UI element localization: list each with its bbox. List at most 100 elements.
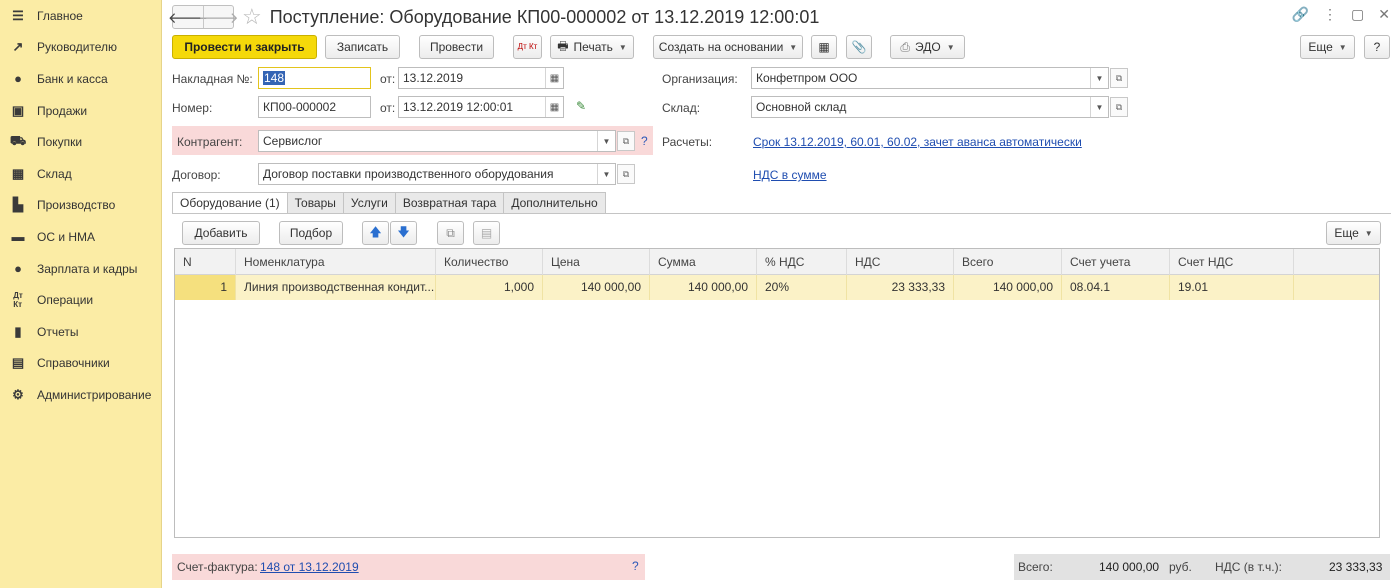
open-icon: ⧉ <box>1115 101 1123 112</box>
invoice-help-icon[interactable]: ? <box>632 559 639 573</box>
warehouse-icon: ▦ <box>11 165 25 181</box>
forward-button[interactable]: 🡒 <box>198 6 239 28</box>
vat-mode-link[interactable]: НДС в сумме <box>753 168 827 182</box>
create-based-on-button[interactable]: Создать на основании ▼ <box>653 35 803 59</box>
cell-vat-rate[interactable]: 20% <box>757 275 847 300</box>
warehouse-input[interactable]: Основной склад ▼ <box>751 96 1109 118</box>
more-label: Еще <box>1308 40 1333 54</box>
column-header-sum[interactable]: Сумма <box>650 249 757 275</box>
column-header-quantity[interactable]: Количество <box>436 249 543 275</box>
calendar-icon[interactable]: ▦ <box>545 97 563 117</box>
open-icon: ⧉ <box>1115 72 1123 83</box>
page-title: Поступление: Оборудование КП00-000002 от… <box>269 6 820 27</box>
vat-total-label: НДС (в т.ч.): <box>1215 560 1282 574</box>
sidebar-item-operations[interactable]: Дт Кт Операции <box>0 284 161 316</box>
structure-button[interactable]: ▦ <box>811 35 837 59</box>
invoice-number-input[interactable]: 148 <box>258 67 371 89</box>
invoice-footer-link[interactable]: 148 от 13.12.2019 <box>260 560 359 574</box>
invoice-date-input[interactable]: 13.12.2019 ▦ <box>398 67 564 89</box>
chevron-down-icon: ▼ <box>946 42 955 52</box>
column-header-vat[interactable]: НДС <box>847 249 954 275</box>
link-icon[interactable]: 🔗 <box>1292 6 1309 23</box>
sidebar-item-purchases[interactable]: ⛟ Покупки <box>0 126 161 158</box>
number-input[interactable]: КП00-000002 <box>258 96 371 118</box>
close-icon[interactable]: ✕ <box>1378 6 1390 23</box>
more-button[interactable]: Еще ▼ <box>1300 35 1355 59</box>
post-button[interactable]: Провести <box>419 35 494 59</box>
add-button[interactable]: Добавить <box>182 221 260 245</box>
sidebar-item-references[interactable]: ▤ Справочники <box>0 348 161 380</box>
tab-returnable-packaging[interactable]: Возвратная тара <box>395 192 505 214</box>
column-header-vat-rate[interactable]: % НДС <box>757 249 847 275</box>
settlements-link[interactable]: Срок 13.12.2019, 60.01, 60.02, зачет ава… <box>753 135 1082 149</box>
contract-input[interactable]: Договор поставки производственного обору… <box>258 163 616 185</box>
cell-total[interactable]: 140 000,00 <box>954 275 1062 300</box>
cell-nomenclature[interactable]: Линия производственная кондит... <box>236 275 436 300</box>
edit-number-icon[interactable]: ✎ <box>576 99 586 113</box>
move-down-button[interactable]: 🡇 <box>390 221 417 245</box>
maximize-icon[interactable]: ▢ <box>1351 6 1364 23</box>
save-button[interactable]: Записать <box>325 35 400 59</box>
printer-icon: 🖶 <box>557 38 569 53</box>
tab-bar: Оборудование (1) Товары Услуги Возвратна… <box>172 192 606 214</box>
table-more-button[interactable]: Еще ▼ <box>1326 221 1381 245</box>
number-date-input[interactable]: 13.12.2019 12:00:01 ▦ <box>398 96 564 118</box>
column-header-n[interactable]: N <box>175 249 236 275</box>
sidebar-item-assets[interactable]: ▬ ОС и НМА <box>0 221 161 253</box>
tab-goods[interactable]: Товары <box>287 192 344 214</box>
favorite-star-icon[interactable]: ☆ <box>242 6 262 28</box>
organization-input[interactable]: Конфетпром ООО ▼ <box>751 67 1109 89</box>
cell-vat-account[interactable]: 19.01 <box>1170 275 1294 300</box>
cell-price[interactable]: 140 000,00 <box>543 275 650 300</box>
cell-vat[interactable]: 23 333,33 <box>847 275 954 300</box>
chevron-down-icon[interactable]: ▼ <box>597 164 615 184</box>
structure-icon: ▦ <box>818 40 830 54</box>
warehouse-label: Склад: <box>662 101 701 115</box>
sidebar-item-admin[interactable]: ⚙ Администрирование <box>0 379 161 411</box>
column-header-total[interactable]: Всего <box>954 249 1062 275</box>
tab-additional[interactable]: Дополнительно <box>504 192 606 214</box>
contractor-help-icon[interactable]: ? <box>641 134 648 148</box>
column-header-vat-account[interactable]: Счет НДС <box>1170 249 1294 275</box>
tab-equipment[interactable]: Оборудование (1) <box>172 192 288 214</box>
sidebar-item-bank[interactable]: ● Банк и касса <box>0 63 161 95</box>
sidebar-item-manager[interactable]: ↗ Руководителю <box>0 32 161 64</box>
kebab-menu-icon[interactable]: ⋮ <box>1323 6 1337 23</box>
sidebar-item-reports[interactable]: ▮ Отчеты <box>0 316 161 348</box>
open-contractor-button[interactable]: ⧉ <box>617 131 635 151</box>
sidebar-item-warehouse[interactable]: ▦ Склад <box>0 158 161 190</box>
invoice-date-label: от: <box>380 72 396 86</box>
attach-button[interactable]: 📎 <box>846 35 872 59</box>
print-button[interactable]: 🖶 Печать ▼ <box>550 35 634 59</box>
chevron-down-icon[interactable]: ▼ <box>1090 97 1108 117</box>
post-and-close-button[interactable]: Провести и закрыть <box>172 35 317 59</box>
open-contract-button[interactable]: ⧉ <box>617 164 635 184</box>
cell-n[interactable]: 1 <box>175 275 236 300</box>
cell-quantity[interactable]: 1,000 <box>436 275 543 300</box>
help-button[interactable]: ? <box>1364 35 1390 59</box>
chevron-down-icon[interactable]: ▼ <box>1090 68 1108 88</box>
open-warehouse-button[interactable]: ⧉ <box>1110 97 1128 117</box>
sidebar-item-main[interactable]: ☰ Главное <box>0 0 161 32</box>
move-up-button[interactable]: 🡅 <box>362 221 389 245</box>
chevron-down-icon[interactable]: ▼ <box>597 131 615 151</box>
dt-kt-button[interactable]: Дт Кт <box>513 35 542 59</box>
cell-account[interactable]: 08.04.1 <box>1062 275 1170 300</box>
paste-button[interactable]: ▤ <box>473 221 500 245</box>
sidebar-item-salary[interactable]: ● Зарплата и кадры <box>0 253 161 285</box>
contractor-input[interactable]: Сервислог ▼ <box>258 130 616 152</box>
pick-button[interactable]: Подбор <box>279 221 343 245</box>
copy-button[interactable]: ⧉ <box>437 221 464 245</box>
calendar-icon[interactable]: ▦ <box>545 68 563 88</box>
column-header-price[interactable]: Цена <box>543 249 650 275</box>
table-row[interactable]: 1 Линия производственная кондит... 1,000… <box>175 275 1379 300</box>
column-header-nomenclature[interactable]: Номенклатура <box>236 249 436 275</box>
edo-button[interactable]: ⎙ ЭДО ▼ <box>890 35 965 59</box>
open-organization-button[interactable]: ⧉ <box>1110 68 1128 88</box>
tab-services[interactable]: Услуги <box>343 192 396 214</box>
sidebar-item-sales[interactable]: ▣ Продажи <box>0 95 161 127</box>
sidebar-item-production[interactable]: ▙ Производство <box>0 190 161 222</box>
cell-sum[interactable]: 140 000,00 <box>650 275 757 300</box>
chevron-down-icon: ▼ <box>1338 42 1347 52</box>
column-header-account[interactable]: Счет учета <box>1062 249 1170 275</box>
